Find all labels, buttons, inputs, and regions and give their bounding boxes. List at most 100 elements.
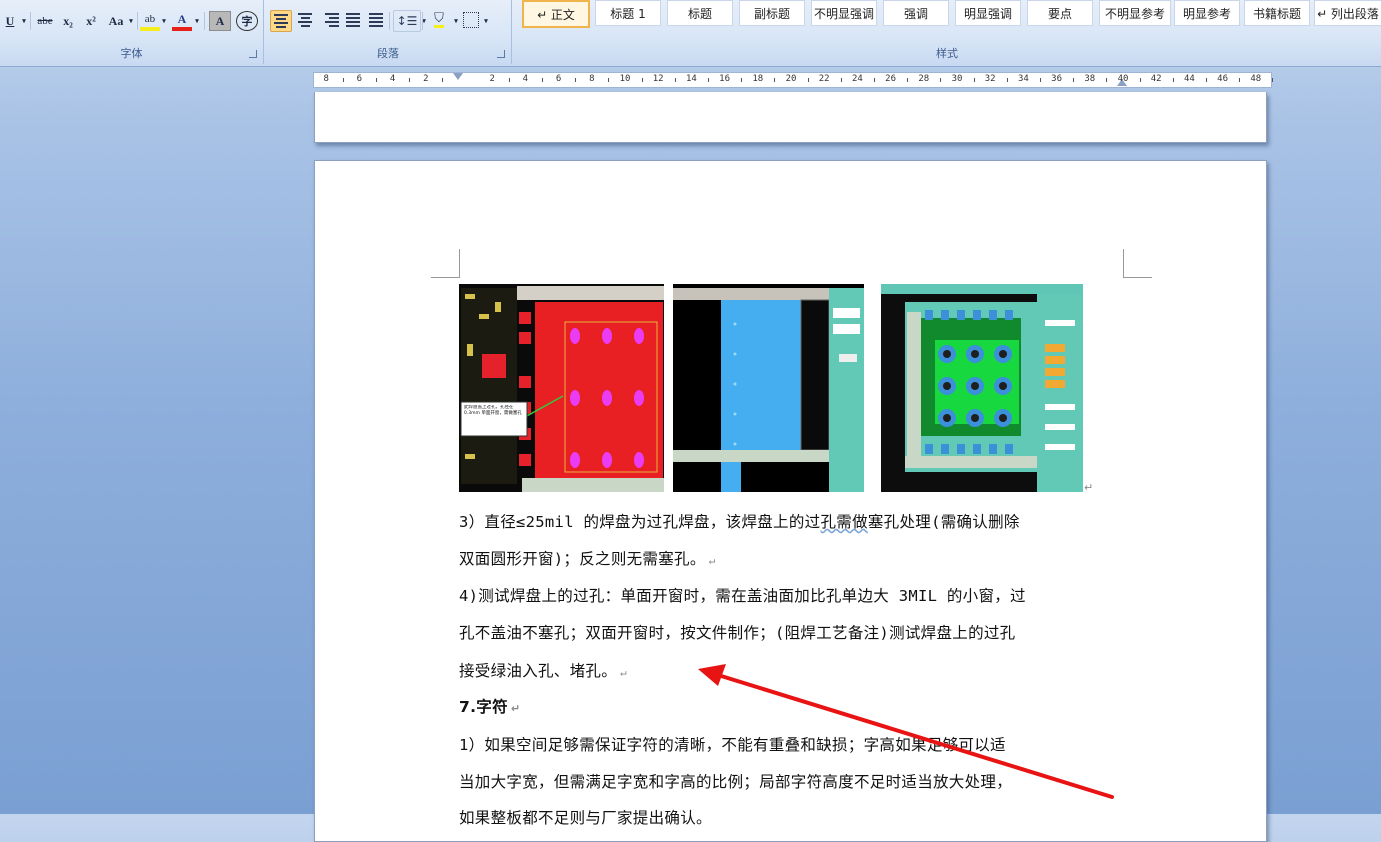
divider <box>422 12 423 30</box>
highlight-button[interactable]: ab <box>140 11 160 31</box>
paragraph-4-line-3[interactable]: 接受绿油入孔、堵孔。 ↵ <box>459 659 1124 681</box>
highlight-dropdown-icon[interactable]: ▾ <box>160 10 168 32</box>
ruler-number: 42 <box>1150 74 1162 84</box>
ruler-tick <box>874 78 875 82</box>
ruler-tick <box>907 78 909 82</box>
line-spacing-icon: ↕☰ <box>396 14 418 28</box>
ruler-tick <box>1272 78 1274 82</box>
ruler-tick <box>1073 78 1075 82</box>
style-item-heading-1[interactable]: 标题 1 <box>595 0 661 26</box>
style-item-title[interactable]: 标题 <box>667 0 733 26</box>
ruler-number: 32 <box>984 74 996 84</box>
paragraph-group: ↕☰ ▾ ⛉ ▾ ▾ 段落 <box>265 0 512 64</box>
ruler-number: 18 <box>752 74 764 84</box>
paragraph-mark: ↵ <box>708 554 716 567</box>
ruler-number: 30 <box>951 74 963 84</box>
style-item-book-title[interactable]: 书籍标题 <box>1244 0 1310 26</box>
paragraph-mark: ↵ <box>510 702 521 715</box>
style-item-intense-emphasis[interactable]: 明显强调 <box>955 0 1021 26</box>
distributed-button[interactable] <box>366 10 386 30</box>
style-item-intense-reference[interactable]: 明显参考 <box>1174 0 1240 26</box>
ruler-tick <box>1106 78 1108 82</box>
ruler-tick <box>973 78 975 82</box>
ruler-number: 16 <box>719 74 731 84</box>
pcb-image-bga-pads[interactable] <box>881 284 1083 492</box>
divider <box>137 12 138 30</box>
enclose-characters-button[interactable]: 字 <box>236 11 258 31</box>
text-run: 接受绿油入孔、堵孔。 <box>459 662 618 680</box>
ruler-number: 4 <box>389 74 396 84</box>
style-item-strong[interactable]: 要点 <box>1027 0 1093 26</box>
underline-dropdown-icon[interactable]: ▾ <box>20 10 28 32</box>
paragraph-3-line-1[interactable]: 3）直径≤25mil 的焊盘为过孔焊盘，该焊盘上的过孔需做塞孔处理(需确认删除 <box>459 510 1124 532</box>
ruler-number: 22 <box>818 74 830 84</box>
shading-dropdown-icon[interactable]: ▾ <box>452 10 460 32</box>
paragraph-7-1-line-3[interactable]: 如果整板都不足则与厂家提出确认。 <box>459 806 1124 828</box>
ruler-number: 6 <box>356 74 363 84</box>
character-shading-button[interactable]: A <box>209 11 231 31</box>
align-left-button[interactable] <box>270 10 292 32</box>
pcb-image-pad-vias[interactable]: 此焊盘盖上过孔，孔径在0.3mm 单面开窗，需做塞孔 <box>459 284 664 492</box>
ruler-number: 12 <box>652 74 664 84</box>
font-color-button[interactable]: A <box>172 11 192 31</box>
font-color-dropdown-icon[interactable]: ▾ <box>193 10 201 32</box>
ruler-number: 26 <box>885 74 897 84</box>
ruler-tick <box>542 78 543 82</box>
ruler-tick <box>1040 78 1041 82</box>
strikethrough-button[interactable]: abe <box>34 10 56 32</box>
subscript-button[interactable]: x₂ <box>59 10 77 32</box>
ruler-tick <box>741 78 743 82</box>
style-item-subtitle[interactable]: 副标题 <box>739 0 805 26</box>
change-case-button[interactable]: Aa <box>105 10 127 32</box>
align-center-button[interactable] <box>295 10 315 30</box>
ruler-number: 14 <box>685 74 697 84</box>
ruler-tick <box>1172 78 1174 82</box>
ruler-number: 2 <box>423 74 429 84</box>
borders-icon <box>463 12 479 28</box>
ruler-number: 40 <box>1117 74 1129 84</box>
section-heading-7[interactable]: 7.字符 ↵ <box>459 695 1124 717</box>
justify-button[interactable] <box>343 10 363 30</box>
borders-dropdown-icon[interactable]: ▾ <box>482 10 490 32</box>
text-run: 双面圆形开窗)；反之则无需塞孔。 <box>459 550 706 568</box>
paragraph-group-label: 段落 <box>377 47 399 60</box>
style-item-emphasis[interactable]: 强调 <box>883 0 949 26</box>
underline-button[interactable]: U <box>2 10 18 32</box>
change-case-dropdown-icon[interactable]: ▾ <box>127 10 135 32</box>
paragraph-7-1-line-2[interactable]: 当加大字宽，但需满足字宽和字高的比例；局部字符高度不足时适当放大处理， <box>459 770 1124 792</box>
ruler-tick <box>442 78 444 82</box>
borders-button[interactable] <box>461 10 481 30</box>
style-gallery: ↵ 正文 标题 1 标题 副标题 不明显强调 强调 明显强调 要点 不明显参考 … <box>518 0 1381 28</box>
pcb-pad-vias-graphic <box>459 284 664 492</box>
style-item-subtle-reference[interactable]: 不明显参考 <box>1099 0 1171 26</box>
paragraph-7-1-line-1[interactable]: 1）如果空间足够需保证字符的清晰，不能有重叠和缺损；字高如果足够可以适 <box>459 733 1124 755</box>
paragraph-4-line-2[interactable]: 孔不盖油不塞孔；双面开窗时，按文件制作；(阻焊工艺备注)测试焊盘上的过孔 <box>459 621 1124 643</box>
style-item-subtle-emphasis[interactable]: 不明显强调 <box>811 0 877 26</box>
ruler-number: 8 <box>589 74 595 84</box>
grammar-squiggle-text[interactable]: 孔需做 <box>820 513 867 531</box>
previous-page-bottom <box>314 92 1267 143</box>
horizontal-ruler[interactable]: 8 6 4 2 2 4 6 8 10 12 14 16 18 20 22 24 26 28 30 32 34 36 38 40… <box>313 72 1274 88</box>
ruler-number: 44 <box>1183 74 1195 84</box>
line-spacing-button[interactable]: ↕☰ <box>393 10 421 32</box>
ruler-tick <box>575 78 577 82</box>
font-dialog-launcher-icon[interactable] <box>249 50 257 58</box>
style-item-list-paragraph[interactable]: ↵ 列出段落 <box>1314 0 1381 26</box>
ruler-number: 36 <box>1051 74 1063 84</box>
paragraph-4-line-1[interactable]: 4)测试焊盘上的过孔：单面开窗时，需在盖油面加比孔单边大 3MIL 的小窗，过 <box>459 584 1124 606</box>
align-right-button[interactable] <box>319 10 339 30</box>
ruler-tick <box>807 78 809 82</box>
margin-corner-top-right <box>1123 249 1152 278</box>
paragraph-dialog-launcher-icon[interactable] <box>497 50 505 58</box>
paragraph-3-line-2[interactable]: 双面圆形开窗)；反之则无需塞孔。 ↵ <box>459 547 1124 569</box>
first-line-indent-marker[interactable] <box>453 73 463 80</box>
ruler-tick <box>840 78 842 82</box>
style-item-normal[interactable]: ↵ 正文 <box>522 0 590 28</box>
ruler-tick <box>342 78 344 82</box>
margin-corner-top-left <box>431 249 460 278</box>
superscript-button[interactable]: x² <box>82 10 100 32</box>
shading-button[interactable]: ⛉ <box>426 10 452 30</box>
pcb-image-window[interactable] <box>673 284 864 492</box>
ruler-number: 28 <box>918 74 930 84</box>
ruler-tick <box>1006 78 1008 82</box>
